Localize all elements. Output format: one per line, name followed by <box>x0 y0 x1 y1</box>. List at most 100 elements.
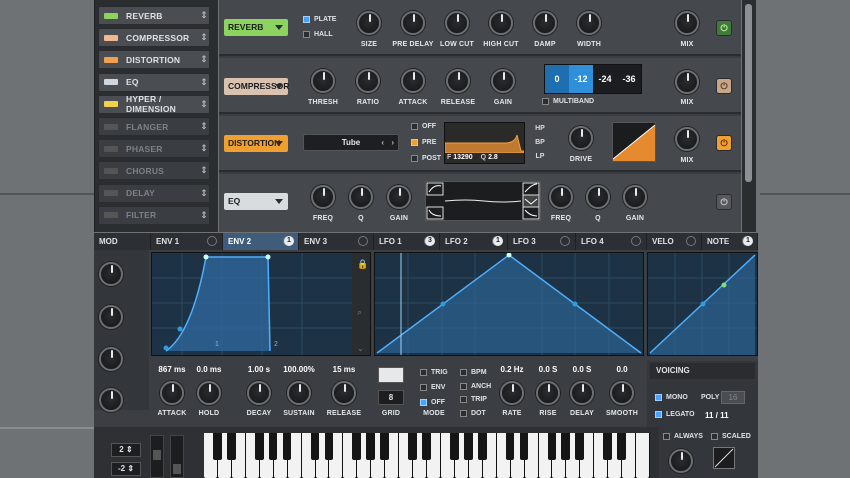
compressor-mix-knob[interactable] <box>675 70 699 94</box>
tab-mod[interactable]: MOD <box>94 233 151 250</box>
lfo-mode-checkbox[interactable]: OFF <box>420 399 445 406</box>
lfo-knob[interactable] <box>536 381 560 405</box>
black-key[interactable] <box>422 433 431 460</box>
tab-env-3[interactable]: ENV 3 <box>299 233 374 250</box>
always-checkbox[interactable]: ALWAYS <box>663 433 703 440</box>
octave-selector[interactable]: 2 ⇕ <box>111 443 141 457</box>
black-key[interactable] <box>505 433 515 460</box>
distortion-drive-knob[interactable] <box>569 126 593 150</box>
rack-scrollbar[interactable] <box>742 0 756 232</box>
reverb-mix-knob[interactable] <box>675 11 699 35</box>
black-key[interactable] <box>282 433 292 460</box>
fx-list-item[interactable]: CHORUS ⇕ <box>98 161 210 181</box>
lfo-mode-checkbox[interactable]: TRIG <box>420 369 448 376</box>
black-key[interactable] <box>463 433 473 460</box>
distortion-pre-checkbox[interactable]: PRE <box>411 139 436 146</box>
black-key[interactable] <box>617 433 626 460</box>
black-key[interactable] <box>268 433 278 460</box>
drag-handle-icon[interactable]: ⇕ <box>199 54 209 65</box>
lfo-mode-checkbox[interactable]: ENV <box>420 384 445 391</box>
drag-handle-icon[interactable]: ⇕ <box>199 165 209 176</box>
black-key[interactable] <box>519 433 529 460</box>
drag-handle-icon[interactable]: ⇕ <box>199 188 209 199</box>
eq-power-button[interactable]: ⏻ <box>716 194 732 210</box>
multiband-checkbox[interactable]: MULTIBAND <box>542 98 594 105</box>
fx-list-item[interactable]: EQ ⇕ <box>98 72 210 92</box>
band-button[interactable]: -36 <box>617 65 641 93</box>
knob[interactable] <box>387 185 411 209</box>
knob[interactable] <box>401 11 425 35</box>
knob[interactable] <box>349 185 373 209</box>
fx-list-item[interactable]: DISTORTION ⇕ <box>98 50 210 70</box>
black-key[interactable] <box>477 433 487 460</box>
knob[interactable] <box>577 11 601 35</box>
lfo-knob[interactable] <box>500 381 524 405</box>
scaled-checkbox[interactable]: SCALED <box>711 433 751 440</box>
compressor-title[interactable]: COMPRESSOR <box>224 78 289 95</box>
knob[interactable] <box>445 11 469 35</box>
black-key[interactable] <box>366 433 375 460</box>
hall-checkbox[interactable]: HALL <box>303 31 333 38</box>
glide-knob[interactable] <box>669 449 693 473</box>
eq-title[interactable]: EQ <box>224 193 288 210</box>
compressor-power-button[interactable]: ⏻ <box>716 78 732 94</box>
mod-knob-3[interactable] <box>99 347 123 371</box>
env-knob[interactable] <box>287 381 311 405</box>
lfo-option-checkbox[interactable]: BPM <box>460 369 487 376</box>
env-knob[interactable] <box>160 381 184 405</box>
poly-value[interactable]: 16 <box>721 391 745 404</box>
tab-lfo-4[interactable]: LFO 4 <box>576 233 647 250</box>
black-key[interactable] <box>449 433 459 460</box>
envelope-graph[interactable]: 🔒 ⌕ ⌄ 1 2 <box>151 252 371 356</box>
black-key[interactable] <box>254 433 264 460</box>
mod-knob-4[interactable] <box>99 388 123 412</box>
black-key[interactable] <box>352 433 362 460</box>
distortion-off-checkbox[interactable]: OFF <box>411 123 436 130</box>
env-knob[interactable] <box>197 381 221 405</box>
knob[interactable] <box>533 11 557 35</box>
knob[interactable] <box>446 69 470 93</box>
grid-selector[interactable]: 8 <box>378 390 404 405</box>
velocity-graph[interactable] <box>647 252 758 356</box>
black-key[interactable] <box>213 433 222 460</box>
distortion-title[interactable]: DISTORTION <box>224 135 288 152</box>
knob[interactable] <box>491 69 515 93</box>
band-button[interactable]: 0 <box>545 65 569 93</box>
fx-list-item[interactable]: DELAY ⇕ <box>98 183 210 203</box>
filter-type-button[interactable]: BP <box>530 136 550 150</box>
knob[interactable] <box>356 69 380 93</box>
tab-lfo-3[interactable]: LFO 3 <box>508 233 576 250</box>
knob[interactable] <box>549 185 573 209</box>
black-key[interactable] <box>408 433 417 460</box>
mono-checkbox[interactable]: MONO <box>655 394 688 401</box>
plate-checkbox[interactable]: PLATE <box>303 16 336 23</box>
eq-display[interactable] <box>425 181 541 221</box>
distortion-mix-knob[interactable] <box>675 127 699 151</box>
compressor-band-display[interactable]: 0 -12 -24 -36 <box>544 64 642 94</box>
lfo-option-checkbox[interactable]: TRIP <box>460 396 487 403</box>
lfo-option-checkbox[interactable]: DOT <box>460 410 486 417</box>
band-button[interactable]: -24 <box>593 65 617 93</box>
drag-handle-icon[interactable]: ⇕ <box>199 32 209 43</box>
distortion-post-checkbox[interactable]: POST <box>411 155 441 162</box>
lfo-shape-button[interactable] <box>378 367 404 383</box>
fx-list-item[interactable]: HYPER / DIMENSION ⇕ <box>98 94 210 114</box>
knob[interactable] <box>623 185 647 209</box>
mod-knob-1[interactable] <box>99 262 123 286</box>
drag-handle-icon[interactable]: ⇕ <box>199 10 209 21</box>
white-key[interactable] <box>636 433 649 478</box>
reverb-power-button[interactable]: ⏻ <box>716 20 732 36</box>
band-button[interactable]: -12 <box>569 65 593 93</box>
tab-velo[interactable]: VELO <box>647 233 702 250</box>
mod-knob-2[interactable] <box>99 305 123 329</box>
black-key[interactable] <box>310 433 320 460</box>
lfo-option-checkbox[interactable]: ANCH <box>460 383 491 390</box>
black-key[interactable] <box>575 433 585 460</box>
knob[interactable] <box>489 11 513 35</box>
drag-handle-icon[interactable]: ⇕ <box>199 77 209 88</box>
distortion-type-selector[interactable]: Tube ‹ › <box>303 134 399 151</box>
distortion-filter-display[interactable]: F 13290 Q 2.8 <box>444 122 525 164</box>
fx-list-item[interactable]: FILTER ⇕ <box>98 205 210 225</box>
black-key[interactable] <box>547 433 557 460</box>
black-key[interactable] <box>603 433 612 460</box>
